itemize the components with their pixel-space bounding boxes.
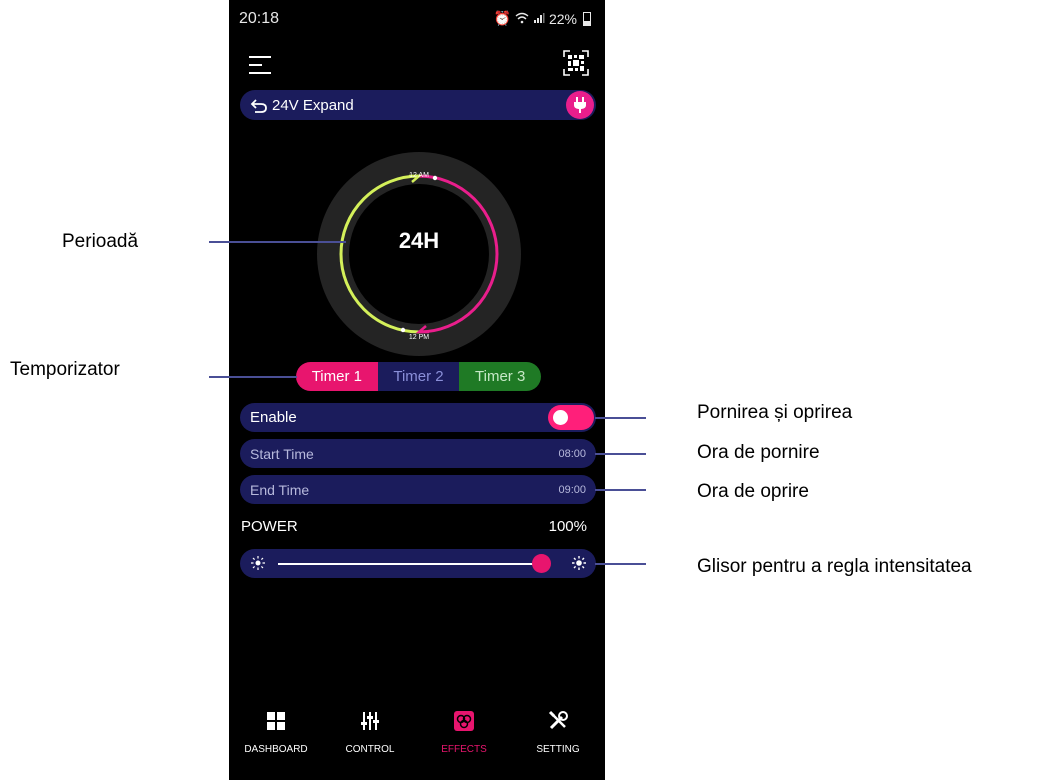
end-time-label: End Time: [250, 481, 310, 498]
slider-thumb[interactable]: [532, 554, 551, 573]
status-time: 20:18: [239, 10, 280, 27]
annotation-timer: Temporizator: [10, 359, 120, 380]
qr-scan-icon[interactable]: [563, 50, 589, 76]
nav-setting-label: SETTING: [536, 744, 580, 755]
status-icons: ⏰ 22%: [494, 10, 591, 27]
nav-setting[interactable]: SETTING: [511, 700, 605, 760]
enable-toggle[interactable]: [548, 405, 594, 430]
dial-top-label: 12 AM: [409, 172, 429, 179]
enable-row: Enable: [240, 403, 596, 432]
annotation-stop: Ora de oprire: [697, 481, 809, 502]
annotation-slider: Glisor pentru a regla intensitatea: [697, 556, 972, 577]
annotation-on-off: Pornirea și oprirea: [697, 402, 853, 423]
nav-control-label: CONTROL: [345, 744, 395, 755]
start-time-label: Start Time: [250, 445, 314, 462]
signal-icon: [533, 11, 545, 27]
alarm-icon: ⏰: [493, 10, 511, 26]
power-value: 100%: [548, 518, 587, 535]
annotation-line-period: [209, 241, 346, 243]
annotation-line-on-off: [595, 417, 646, 419]
period-dial[interactable]: 12 AM 12 PM: [317, 152, 521, 356]
phone-screen: 20:18 ⏰ 22% 24V Expand 12 AM 12 PM 24H T…: [229, 0, 605, 780]
power-slider[interactable]: [240, 549, 596, 578]
annotation-line-timer: [209, 376, 297, 378]
dial-bottom-label: 12 PM: [409, 334, 429, 341]
start-time-row[interactable]: Start Time 08:00: [240, 439, 596, 468]
plug-icon[interactable]: [566, 91, 594, 119]
nav-dashboard-label: DASHBOARD: [244, 744, 308, 755]
nav-effects-label: EFFECTS: [441, 744, 487, 755]
tab-timer-3[interactable]: Timer 3: [459, 362, 541, 391]
wifi-icon: [515, 11, 529, 27]
enable-label: Enable: [250, 409, 297, 426]
nav-dashboard[interactable]: DASHBOARD: [229, 700, 323, 760]
period-value: 24H: [398, 228, 440, 253]
tools-icon: [548, 710, 568, 730]
end-time-row[interactable]: End Time 09:00: [240, 475, 596, 504]
end-time-value: 09:00: [558, 483, 586, 496]
power-label: POWER: [241, 518, 298, 535]
annotation-line-slider: [595, 563, 646, 565]
battery-icon: [583, 11, 591, 26]
toggle-knob: [553, 410, 568, 425]
status-bar: 20:18 ⏰ 22%: [229, 0, 605, 40]
annotation-line-stop: [595, 489, 646, 491]
brightness-low-icon: [251, 556, 265, 570]
brightness-high-icon: [572, 556, 586, 570]
slider-track[interactable]: [278, 563, 536, 565]
nav-effects[interactable]: EFFECTS: [417, 700, 511, 760]
annotation-period: Perioadă: [62, 231, 139, 252]
annotation-line-start: [595, 453, 646, 455]
bottom-nav: DASHBOARD CONTROL EFFECTS SETTING: [229, 700, 605, 760]
timer-tabs: Timer 1 Timer 2 Timer 3: [296, 362, 541, 391]
sliders-icon: [361, 712, 379, 730]
start-time-value: 08:00: [558, 447, 586, 460]
tab-timer-2[interactable]: Timer 2: [377, 362, 460, 391]
menu-button[interactable]: [249, 52, 273, 78]
back-arrow-icon[interactable]: [250, 96, 268, 114]
tab-timer-1[interactable]: Timer 1: [296, 362, 378, 391]
effects-icon: [454, 711, 474, 731]
annotation-start: Ora de pornire: [697, 442, 820, 463]
device-name: 24V Expand: [272, 96, 354, 114]
dashboard-icon: [267, 712, 285, 730]
battery-percent: 22%: [548, 10, 577, 27]
nav-control[interactable]: CONTROL: [323, 700, 417, 760]
device-bar: 24V Expand: [240, 90, 596, 120]
